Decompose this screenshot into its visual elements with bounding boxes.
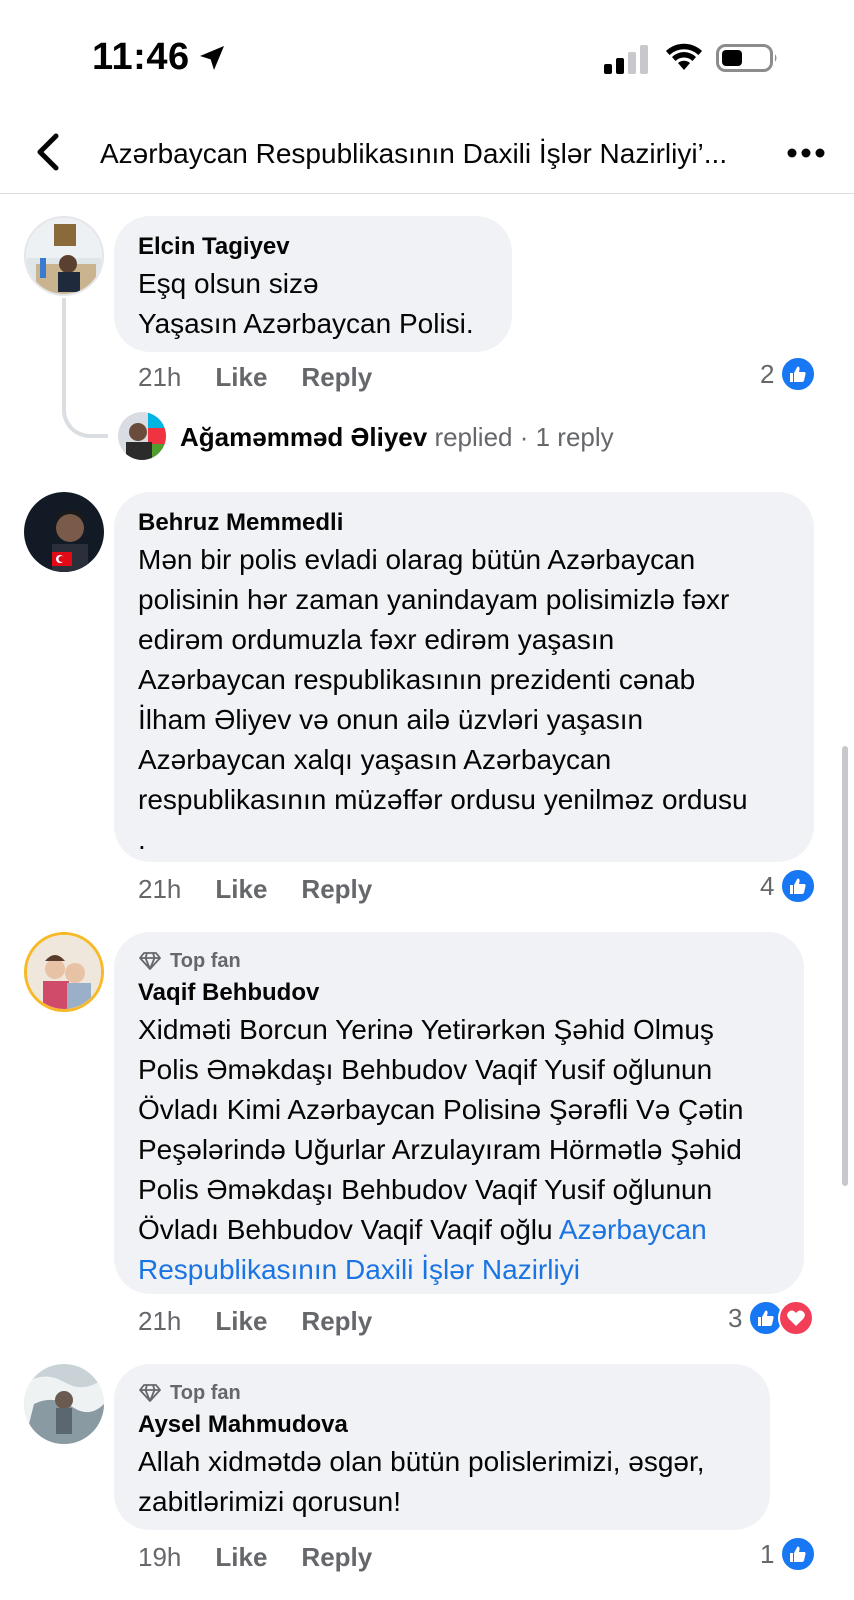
avatar[interactable] (24, 932, 104, 1012)
reaction-count: 1 (760, 1538, 775, 1569)
more-dots-icon[interactable] (786, 140, 826, 166)
comment-bubble: Behruz Memmedli Mən bir polis evladi ola… (114, 492, 814, 862)
comment-text-line: Xidməti Borcun Yerinə Yetirərkən Şəhid O… (138, 1014, 714, 1045)
reply-button[interactable]: Reply (301, 362, 372, 393)
status-bar: 11:46 (0, 0, 854, 110)
comment-text-line: Polis Əməkdaşı Behbudov Vaqif Yusif oğlu… (138, 1054, 713, 1085)
page-title: Azərbaycan Respublikasının Daxili İşlər … (100, 138, 728, 169)
cellular-signal-icon (604, 45, 648, 74)
comment-timestamp[interactable]: 21h (138, 1306, 181, 1337)
reaction-count: 2 (760, 358, 775, 389)
comment-timestamp[interactable]: 21h (138, 362, 181, 393)
comment-text-line: Polis Əməkdaşı Behbudov Vaqif Yusif oğlu… (138, 1174, 713, 1205)
scrollbar[interactable] (842, 746, 848, 1186)
thumbs-up-icon (780, 1536, 817, 1572)
avatar[interactable] (24, 492, 104, 572)
comment-actions: 21h Like Reply (138, 1306, 372, 1337)
comment-actions: 19h Like Reply (138, 1542, 372, 1573)
comment-bubble: Elcin Tagiyev Eşq olsun sizə Yaşasın Azə… (114, 216, 512, 352)
comment-text-line: Övladı Kimi Azərbaycan Polisinə Şərəfli … (138, 1094, 744, 1125)
reply-button[interactable]: Reply (301, 1542, 372, 1573)
heart-icon (778, 1300, 815, 1336)
avatar[interactable] (24, 216, 104, 296)
location-arrow-icon (200, 46, 224, 70)
comment-author[interactable]: Elcin Tagiyev (138, 230, 488, 264)
back-chevron-icon[interactable] (30, 130, 66, 174)
comment-text-line: Peşələrində Uğurlar Arzulayıram Hörmətlə… (138, 1134, 742, 1165)
reaction-summary[interactable]: 1 (760, 1536, 817, 1572)
like-button[interactable]: Like (215, 874, 267, 905)
reaction-summary[interactable]: 4 (760, 868, 817, 904)
comment-text-line: Allah xidmətdə olan bütün polislerimizi,… (138, 1446, 705, 1477)
top-fan-badge: Top fan (138, 946, 780, 976)
page-header: Azərbaycan Respublikasının Daxili İşlər … (0, 110, 854, 194)
comment-text-line: zabitlərimizi qorusun! (138, 1486, 401, 1517)
comment-text-line: Eşq olsun sizə (138, 268, 319, 299)
battery-icon (716, 44, 777, 72)
comment-text-line: Azərbaycan respublikasının prezidenti cə… (138, 664, 696, 695)
reaction-summary[interactable]: 2 (760, 356, 817, 392)
reaction-count: 4 (760, 870, 775, 901)
comment-actions: 21h Like Reply (138, 362, 372, 393)
comment-text-plain: Övladı Behbudov Vaqif Vaqif oğlu (138, 1214, 559, 1245)
comment-text-line: Azərbaycan xalqı yaşasın Azərbaycan (138, 744, 612, 775)
view-replies-link[interactable]: Ağaməmməd Əliyev replied · 1 reply (180, 422, 614, 453)
comment-author[interactable]: Aysel Mahmudova (138, 1408, 746, 1442)
reply-button[interactable]: Reply (301, 1306, 372, 1337)
reply-count: · 1 reply (519, 422, 614, 452)
comment-text-line: Mən bir polis evladi olarag bütün Azərba… (138, 544, 696, 575)
page-mention-link[interactable]: Respublikasının Daxili İşlər Nazirliyi (138, 1250, 780, 1290)
comment-author[interactable]: Behruz Memmedli (138, 506, 790, 540)
comment-text-line: . (138, 824, 146, 855)
avatar[interactable] (24, 1364, 104, 1444)
status-time: 11:46 (92, 36, 190, 78)
like-button[interactable]: Like (215, 1306, 267, 1337)
comment-text-line: polisinin hər zaman yanindayam polisimiz… (138, 584, 730, 615)
like-button[interactable]: Like (215, 362, 267, 393)
comment-text-line: edirəm ordumuzla fəxr edirəm yaşasın (138, 624, 615, 655)
comment-text-line: respublikasının müzəffər ordusu yenilməz… (138, 784, 748, 815)
thumbs-up-icon (780, 868, 817, 904)
like-button[interactable]: Like (215, 1542, 267, 1573)
top-fan-badge: Top fan (138, 1378, 746, 1408)
comment-text-line: Yaşasın Azərbaycan Polisi. (138, 308, 474, 339)
avatar[interactable] (118, 412, 166, 460)
reply-author: Ağaməmməd Əliyev (180, 422, 428, 452)
comment-actions: 21h Like Reply (138, 874, 372, 905)
diamond-icon (139, 952, 161, 970)
thumbs-up-icon (780, 356, 817, 392)
comment-timestamp[interactable]: 21h (138, 874, 181, 905)
top-fan-label: Top fan (170, 949, 241, 972)
page-mention-link[interactable]: Azərbaycan (559, 1214, 707, 1245)
comment-text-line: Övladı Behbudov Vaqif Vaqif oğlu Azərbay… (138, 1210, 780, 1250)
reaction-count: 3 (728, 1302, 743, 1333)
comment-text-line: İlham Əliyev və onun ailə üzvləri yaşası… (138, 704, 644, 735)
comment-timestamp[interactable]: 19h (138, 1542, 181, 1573)
reply-button[interactable]: Reply (301, 874, 372, 905)
reaction-summary[interactable]: 3 (728, 1300, 815, 1336)
comment-bubble: Top fan Vaqif Behbudov Xidməti Borcun Ye… (114, 932, 804, 1294)
replied-label: replied (434, 422, 513, 452)
wifi-icon (666, 43, 702, 70)
thread-connector (62, 298, 108, 438)
top-fan-label: Top fan (170, 1381, 241, 1404)
comment-bubble: Top fan Aysel Mahmudova Allah xidmətdə o… (114, 1364, 770, 1530)
diamond-icon (139, 1384, 161, 1402)
comment-author[interactable]: Vaqif Behbudov (138, 976, 780, 1010)
